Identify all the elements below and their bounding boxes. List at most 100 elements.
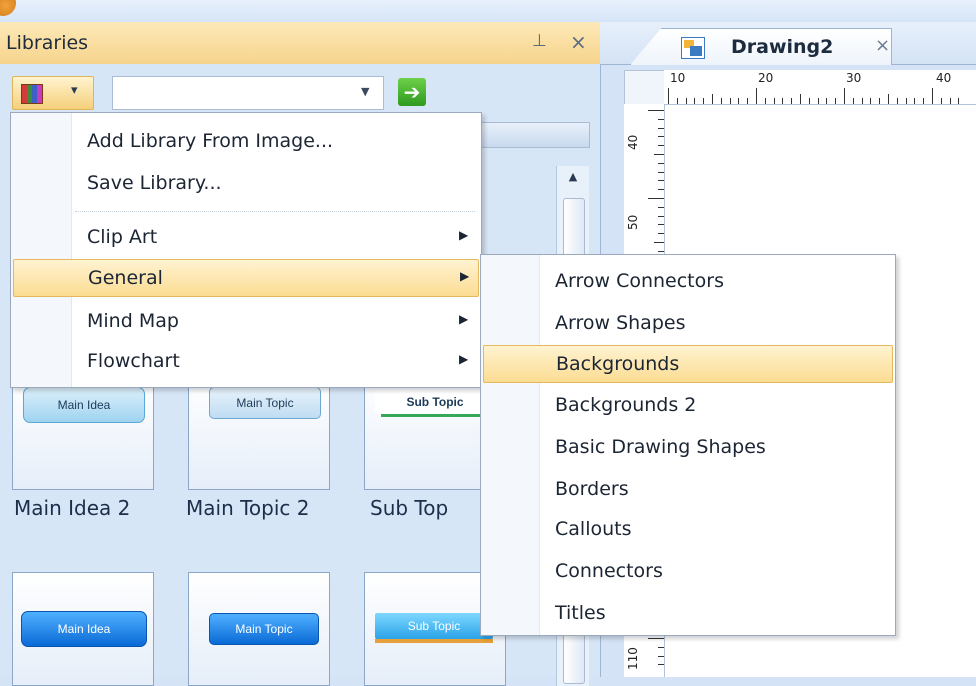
- libraries-toolbar: ▾ ▼ ➔: [0, 64, 600, 116]
- submenu-item-label: Titles: [555, 602, 606, 624]
- pin-icon[interactable]: ⊥: [532, 31, 547, 51]
- submenu-arrow-icon: ▶: [459, 228, 469, 242]
- close-icon[interactable]: ×: [570, 30, 587, 54]
- ruler-tick: [905, 98, 907, 104]
- app-title-strip: [0, 0, 976, 22]
- library-tile[interactable]: Main Topic: [188, 572, 330, 686]
- library-icon: [21, 84, 43, 104]
- app-orb-icon[interactable]: [0, 0, 16, 16]
- submenu-item-backgrounds-2[interactable]: Backgrounds 2: [483, 387, 891, 423]
- ruler-tick: [773, 98, 775, 104]
- submenu-item-callouts[interactable]: Callouts: [483, 511, 891, 547]
- horizontal-ruler: 10 20 30 40: [664, 70, 976, 105]
- ruler-tick: [658, 664, 664, 666]
- submenu-item-label: Arrow Connectors: [555, 270, 724, 292]
- tile-shape: Main Idea: [23, 387, 145, 423]
- library-tile[interactable]: Main Idea: [12, 376, 154, 490]
- submenu-item-basic-drawing-shapes[interactable]: Basic Drawing Shapes: [483, 429, 891, 465]
- submenu-item-connectors[interactable]: Connectors: [483, 553, 891, 589]
- library-search-input[interactable]: [117, 79, 351, 107]
- ruler-tick: [658, 189, 664, 191]
- submenu-item-label: Callouts: [555, 518, 632, 540]
- ruler-tick: [648, 110, 664, 111]
- go-arrow-icon: ➔: [398, 78, 426, 106]
- library-tile[interactable]: Main Idea: [12, 572, 154, 686]
- ruler-label: 20: [758, 71, 774, 85]
- library-section-bar[interactable]: [480, 122, 590, 148]
- submenu-arrow-icon: ▶: [460, 269, 470, 283]
- ruler-tick: [914, 98, 916, 104]
- ruler-tick: [747, 98, 749, 104]
- libraries-panel-title: Libraries: [6, 32, 89, 54]
- submenu-item-arrow-shapes[interactable]: Arrow Shapes: [483, 305, 891, 341]
- ruler-tick: [852, 98, 854, 104]
- tab-drawing2[interactable]: Drawing2 ×: [630, 28, 892, 65]
- ruler-tick: [658, 136, 664, 138]
- ruler-tick: [712, 94, 713, 104]
- library-menu-button[interactable]: ▾: [12, 76, 94, 110]
- ruler-tick: [791, 98, 793, 104]
- tile-label: Main Idea 2: [14, 496, 131, 520]
- ruler-tick: [668, 88, 669, 104]
- submenu-arrow-icon: ▶: [459, 352, 469, 366]
- ruler-tick: [888, 94, 889, 104]
- menu-item-general[interactable]: General ▶: [13, 259, 479, 297]
- library-context-menu: Add Library From Image... Save Library..…: [10, 112, 482, 388]
- menu-item-save-library[interactable]: Save Library...: [13, 165, 477, 201]
- ruler-tick: [658, 233, 664, 235]
- go-button[interactable]: ➔: [398, 78, 426, 106]
- ruler-tick: [756, 88, 757, 104]
- menu-item-label: General: [88, 267, 163, 289]
- ruler-tick: [738, 98, 740, 104]
- tile-shape: Main Idea: [21, 611, 147, 647]
- ruler-tick: [932, 88, 933, 104]
- tile-shape: Main Topic: [209, 613, 319, 645]
- submenu-item-backgrounds[interactable]: Backgrounds: [483, 345, 893, 383]
- menu-item-label: Mind Map: [87, 310, 179, 332]
- menu-item-label: Save Library...: [87, 172, 222, 194]
- ruler-tick: [870, 98, 872, 104]
- ruler-tick: [658, 655, 664, 657]
- ruler-tick: [658, 118, 664, 120]
- submenu-arrow-icon: ▶: [459, 312, 469, 326]
- libraries-panel-header: Libraries ⊥ ×: [0, 22, 600, 65]
- tile-shape: Main Topic: [209, 387, 321, 419]
- ruler-tick: [694, 98, 696, 104]
- ruler-tick: [764, 98, 766, 104]
- submenu-item-borders[interactable]: Borders: [483, 471, 891, 507]
- ruler-tick: [658, 646, 664, 648]
- scroll-up-icon[interactable]: ▲: [557, 170, 589, 190]
- ruler-tick: [658, 224, 664, 226]
- submenu-item-label: Arrow Shapes: [555, 312, 686, 334]
- combo-dropdown-icon[interactable]: ▼: [361, 85, 369, 98]
- ruler-tick: [729, 98, 731, 104]
- menu-item-add-library-from-image[interactable]: Add Library From Image...: [13, 123, 477, 159]
- submenu-item-label: Connectors: [555, 560, 663, 582]
- ruler-tick: [826, 98, 828, 104]
- menu-item-mind-map[interactable]: Mind Map ▶: [13, 303, 477, 339]
- ruler-tick: [817, 98, 819, 104]
- tab-close-icon[interactable]: ×: [875, 35, 890, 56]
- ruler-label: 40: [626, 134, 640, 150]
- tile-label: Main Topic 2: [186, 496, 310, 520]
- menu-item-clip-art[interactable]: Clip Art ▶: [13, 219, 477, 255]
- library-search-combo[interactable]: ▼: [112, 76, 384, 110]
- menu-item-label: Add Library From Image...: [87, 130, 334, 152]
- ruler-tick: [879, 98, 881, 104]
- ruler-label: 10: [670, 71, 686, 85]
- ruler-tick: [782, 98, 784, 104]
- menu-item-label: Clip Art: [87, 226, 158, 248]
- submenu-item-label: Backgrounds: [556, 353, 680, 375]
- submenu-item-label: Backgrounds 2: [555, 394, 697, 416]
- ruler-tick: [658, 127, 664, 129]
- tile-shape: Sub Topic: [375, 613, 493, 643]
- ruler-tick: [658, 250, 664, 252]
- ruler-tick: [703, 98, 705, 104]
- ruler-tick: [923, 98, 925, 104]
- submenu-item-titles[interactable]: Titles: [483, 595, 891, 631]
- submenu-item-arrow-connectors[interactable]: Arrow Connectors: [483, 263, 891, 299]
- menu-separator: [75, 211, 475, 212]
- submenu-item-label: Borders: [555, 478, 629, 500]
- menu-item-flowchart[interactable]: Flowchart ▶: [13, 343, 477, 379]
- library-tile[interactable]: Main Topic: [188, 376, 330, 490]
